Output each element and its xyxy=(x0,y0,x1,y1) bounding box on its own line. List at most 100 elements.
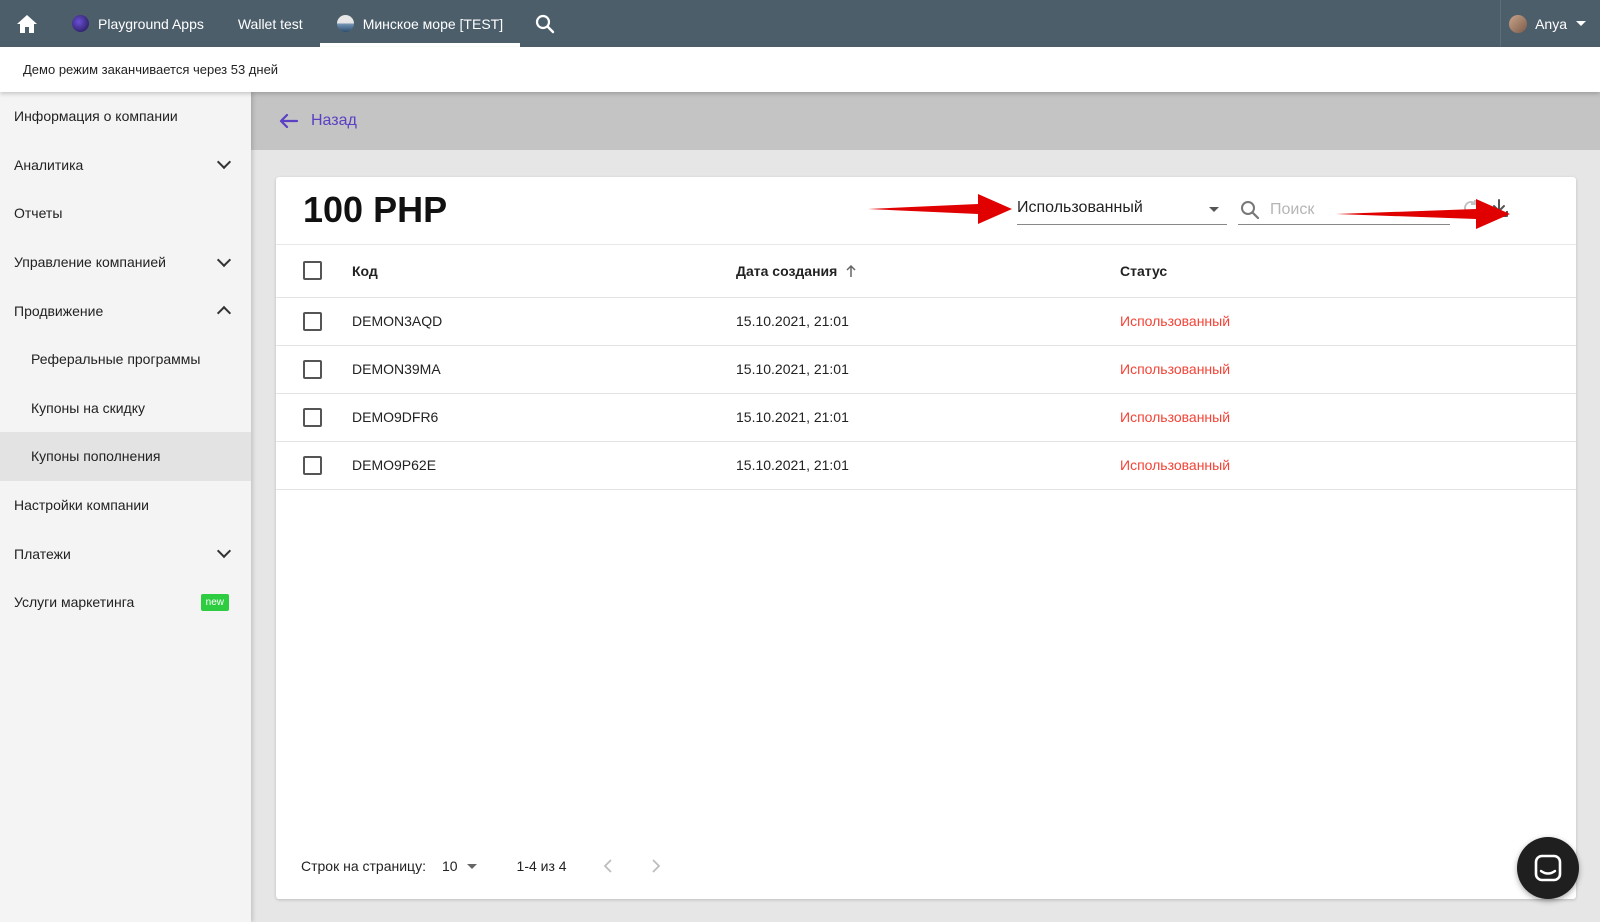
sidebar-item-company-settings[interactable]: Настройки компании xyxy=(0,481,251,530)
coupon-card: 100 PHP Использованный Код Дата создания xyxy=(276,177,1576,899)
sidebar-item-label: Реферальные программы xyxy=(31,351,201,368)
row-checkbox[interactable] xyxy=(303,455,322,475)
tab-label: Wallet test xyxy=(237,15,303,32)
sidebar-item-referral-programs[interactable]: Реферальные программы xyxy=(0,335,251,384)
select-all-checkbox[interactable] xyxy=(303,261,322,281)
chevron-down-icon xyxy=(216,252,232,267)
select-all-cell xyxy=(276,245,352,297)
chat-icon xyxy=(1534,854,1562,882)
sidebar-item-label: Отчеты xyxy=(14,205,63,222)
sidebar-item-label: Купоны пополнения xyxy=(31,448,161,465)
page-title: 100 PHP xyxy=(303,189,448,230)
chevron-up-icon xyxy=(216,306,232,321)
back-bar: Назад xyxy=(251,92,1600,150)
sidebar-item-marketing-services[interactable]: Услуги маркетинга new xyxy=(0,578,251,627)
avatar xyxy=(1509,14,1528,33)
date-cell: 15.10.2021, 21:01 xyxy=(736,409,849,425)
date-cell: 15.10.2021, 21:01 xyxy=(736,313,849,329)
table-row[interactable]: DEMON3AQD 15.10.2021, 21:01 Использованн… xyxy=(276,297,1576,345)
home-icon xyxy=(17,14,37,33)
download-icon xyxy=(1490,199,1508,217)
card-header: 100 PHP Использованный xyxy=(276,177,1576,245)
arrow-left-icon xyxy=(279,113,299,129)
sidebar-item-payments[interactable]: Платежи xyxy=(0,529,251,578)
download-button[interactable] xyxy=(1486,195,1512,221)
status-cell: Использованный xyxy=(1120,409,1231,425)
chat-widget-button[interactable] xyxy=(1517,837,1579,899)
rows-per-page-select[interactable]: 10 xyxy=(442,858,477,874)
tab-minsk-sea-test[interactable]: Минское море [TEST] xyxy=(319,0,521,47)
sidebar-item-reports[interactable]: Отчеты xyxy=(0,189,251,238)
refresh-icon[interactable] xyxy=(1458,195,1484,221)
chevron-right-icon xyxy=(651,859,660,873)
sidebar-item-company-management[interactable]: Управление компанией xyxy=(0,238,251,287)
sidebar-item-discount-coupons[interactable]: Купоны на скидку xyxy=(0,384,251,433)
sidebar-item-topup-coupons[interactable]: Купоны пополнения xyxy=(0,432,251,481)
rows-per-page-value: 10 xyxy=(441,858,458,874)
sidebar-item-company-info[interactable]: Информация о компании xyxy=(0,92,251,141)
status-cell: Использованный xyxy=(1120,457,1231,473)
column-header-status[interactable]: Статус xyxy=(1120,245,1576,297)
column-header-date-label: Дата создания xyxy=(736,262,838,279)
back-button[interactable]: Назад xyxy=(279,112,357,130)
code-cell: DEMO9DFR6 xyxy=(352,409,439,425)
table-row[interactable]: DEMON39MA 15.10.2021, 21:01 Использованн… xyxy=(276,345,1576,393)
date-cell: 15.10.2021, 21:01 xyxy=(736,361,849,377)
sidebar-item-promotion[interactable]: Продвижение xyxy=(0,286,251,335)
search-field xyxy=(1238,195,1450,225)
status-cell: Использованный xyxy=(1120,361,1231,377)
pagination: Строк на страницу: 10 1-4 из 4 xyxy=(276,833,1576,899)
status-filter-value: Использованный xyxy=(1017,199,1143,216)
row-check-cell xyxy=(276,393,352,441)
row-checkbox[interactable] xyxy=(303,407,322,427)
demo-banner-text: Демо режим заканчивается через 53 дней xyxy=(23,62,279,77)
sidebar-item-label: Услуги маркетинга xyxy=(14,594,135,611)
back-label: Назад xyxy=(311,112,357,129)
status-filter-select[interactable]: Использованный xyxy=(1017,195,1227,225)
sort-ascending-icon xyxy=(846,264,856,277)
app-logo-icon xyxy=(72,15,89,32)
code-cell: DEMON3AQD xyxy=(352,313,443,329)
code-cell: DEMON39MA xyxy=(352,361,441,377)
row-check-cell xyxy=(276,345,352,393)
top-nav-bar: Playground Apps Wallet test Минское море… xyxy=(0,0,1600,47)
tab-wallet-test[interactable]: Wallet test xyxy=(221,0,320,47)
sidebar-item-analytics[interactable]: Аналитика xyxy=(0,141,251,190)
tab-playground-apps[interactable]: Playground Apps xyxy=(54,0,221,47)
new-badge: new xyxy=(200,593,229,611)
search-input[interactable] xyxy=(1270,200,1420,219)
company-logo-icon xyxy=(336,15,354,32)
chevron-left-icon xyxy=(603,859,612,873)
prev-page-button[interactable] xyxy=(603,859,613,873)
row-checkbox[interactable] xyxy=(303,311,322,331)
column-header-date[interactable]: Дата создания xyxy=(736,245,1120,297)
chevron-down-icon xyxy=(216,155,232,170)
next-page-button[interactable] xyxy=(651,859,661,873)
table-header-row: Код Дата создания Статус xyxy=(276,245,1576,297)
demo-banner: Демо режим заканчивается через 53 дней xyxy=(0,47,1600,92)
page-range: 1-4 из 4 xyxy=(516,858,567,874)
tab-label: Минское море [TEST] xyxy=(362,15,504,32)
sidebar-item-label: Управление компанией xyxy=(14,254,166,271)
global-search-button[interactable] xyxy=(520,0,570,47)
row-checkbox[interactable] xyxy=(303,359,322,379)
chevron-down-icon xyxy=(466,863,477,869)
tab-label: Playground Apps xyxy=(98,15,204,32)
row-check-cell xyxy=(276,297,352,345)
chevron-down-icon xyxy=(216,544,232,559)
row-check-cell xyxy=(276,441,352,489)
search-icon xyxy=(535,14,555,33)
user-menu[interactable]: Anya xyxy=(1500,0,1600,47)
chevron-down-icon xyxy=(1576,21,1586,26)
user-name: Anya xyxy=(1535,15,1567,32)
table-row[interactable]: DEMO9DFR6 15.10.2021, 21:01 Использованн… xyxy=(276,393,1576,441)
column-header-code[interactable]: Код xyxy=(352,245,736,297)
sidebar-item-label: Информация о компании xyxy=(14,108,178,125)
table-row[interactable]: DEMO9P62E 15.10.2021, 21:01 Использованн… xyxy=(276,441,1576,489)
search-icon xyxy=(1240,200,1260,220)
sidebar-item-label: Продвижение xyxy=(14,302,104,319)
chevron-down-icon xyxy=(1209,207,1219,212)
status-cell: Использованный xyxy=(1120,313,1231,329)
coupon-table: Код Дата создания Статус DEMON3AQD 15.10… xyxy=(276,245,1576,490)
home-button[interactable] xyxy=(0,0,54,47)
